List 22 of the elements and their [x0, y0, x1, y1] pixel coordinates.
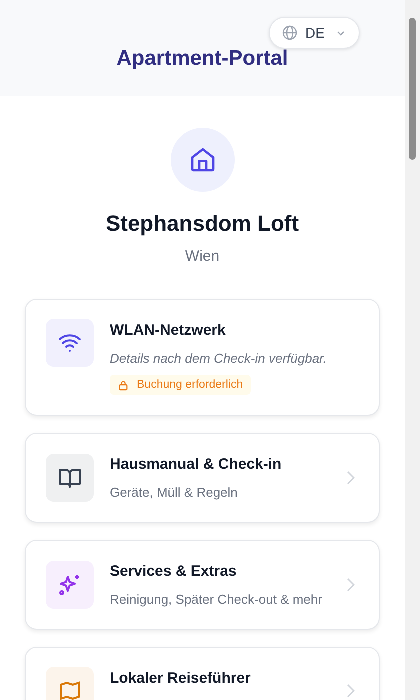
chevron-icon	[347, 578, 355, 592]
chevron-icon	[347, 470, 355, 484]
card-title: Services & Extras	[110, 562, 238, 580]
card-description: Reinigung, Später Check-out & mehr	[110, 590, 324, 609]
menu-card[interactable]: Services & Extras Reinigung, Später Check-out & mehr	[25, 540, 380, 630]
card-title: Lokaler Reiseführer	[110, 670, 252, 686]
menu-card[interactable]: Lokaler Reiseführer	[25, 646, 380, 700]
card-title: WLAN-Netzwerk	[110, 322, 227, 339]
card-description: Details nach dem Check-in verfügbar.	[110, 350, 328, 368]
caret-icon	[337, 30, 345, 36]
card-title: Hausmanual & Check-in	[110, 456, 283, 472]
property-city: Wien	[185, 248, 220, 265]
scrollbar[interactable]	[405, 0, 420, 700]
chevron-icon	[347, 684, 355, 698]
language-selector[interactable]: DE	[268, 17, 360, 49]
badge-text: Buchung erforderlich	[137, 379, 244, 391]
app-title: Apartment-Portal	[116, 47, 288, 71]
menu-card[interactable]: Hausmanual & Check-in Geräte, Müll & Regeln	[25, 432, 380, 522]
property-name: Stephansdom Loft	[106, 211, 300, 237]
globe-icon	[282, 25, 298, 41]
lock-icon	[118, 380, 129, 390]
card-description: Geräte, Müll & Regeln	[110, 484, 239, 502]
